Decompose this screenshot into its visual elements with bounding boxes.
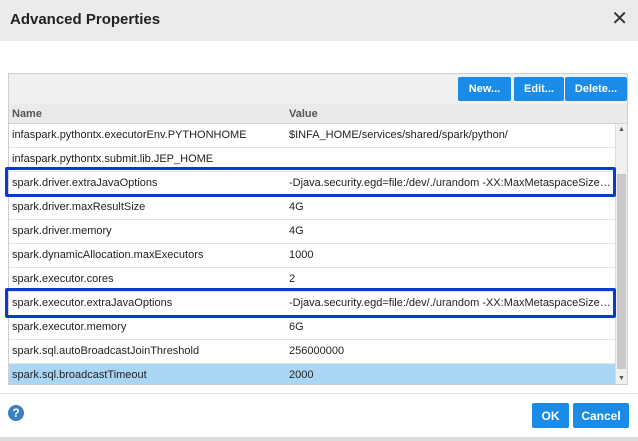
table-row[interactable]: spark.sql.autoBroadcastJoinThreshold 256… bbox=[9, 340, 615, 364]
new-button[interactable]: New... bbox=[458, 77, 511, 101]
row-name: spark.executor.cores bbox=[12, 273, 114, 285]
row-value: 4G bbox=[289, 225, 304, 237]
row-value: 2000 bbox=[289, 369, 314, 381]
vertical-scrollbar[interactable]: ▲ ▼ bbox=[615, 124, 627, 384]
table-row[interactable]: spark.driver.memory 4G bbox=[9, 220, 615, 244]
footer-divider bbox=[0, 393, 638, 394]
table-toolbar: New... Edit... Delete... bbox=[9, 74, 627, 104]
row-value: $INFA_HOME/services/shared/spark/python/ bbox=[289, 129, 508, 141]
row-name: spark.executor.memory bbox=[12, 321, 127, 333]
table-row[interactable]: infaspark.pythontx.executorEnv.PYTHONHOM… bbox=[9, 124, 615, 148]
dialog-title-bar: Advanced Properties ✕ bbox=[0, 0, 638, 41]
table-row[interactable]: spark.executor.cores 2 bbox=[9, 268, 615, 292]
row-value: 6G bbox=[289, 321, 304, 333]
scrollbar-thumb[interactable] bbox=[617, 174, 626, 369]
row-value: -Djava.security.egd=file:/dev/./urandom … bbox=[289, 297, 613, 309]
edit-button[interactable]: Edit... bbox=[514, 77, 564, 101]
row-name: spark.sql.autoBroadcastJoinThreshold bbox=[12, 345, 200, 357]
table-body: infaspark.pythontx.executorEnv.PYTHONHOM… bbox=[9, 124, 615, 384]
ok-button[interactable]: OK bbox=[532, 403, 569, 428]
table-row[interactable]: spark.dynamicAllocation.maxExecutors 100… bbox=[9, 244, 615, 268]
table-row[interactable]: infaspark.pythontx.submit.lib.JEP_HOME bbox=[9, 148, 615, 172]
properties-panel: New... Edit... Delete... Name Value infa… bbox=[8, 73, 628, 385]
table-row[interactable]: spark.executor.extraJavaOptions -Djava.s… bbox=[9, 292, 615, 316]
column-header-name[interactable]: Name bbox=[12, 108, 42, 120]
table-row-selected[interactable]: spark.sql.broadcastTimeout 2000 bbox=[9, 364, 615, 384]
row-value: 2 bbox=[289, 273, 296, 285]
table-row[interactable]: spark.driver.extraJavaOptions -Djava.sec… bbox=[9, 172, 615, 196]
row-value: 1000 bbox=[289, 249, 314, 261]
cancel-button[interactable]: Cancel bbox=[573, 403, 629, 428]
arrow-up-icon[interactable]: ▲ bbox=[618, 126, 625, 133]
delete-button[interactable]: Delete... bbox=[565, 77, 627, 101]
dialog-title: Advanced Properties bbox=[10, 11, 161, 28]
close-icon[interactable]: ✕ bbox=[611, 9, 628, 29]
bottom-edge bbox=[0, 437, 638, 441]
row-name: spark.sql.broadcastTimeout bbox=[12, 369, 147, 381]
row-value: 256000000 bbox=[289, 345, 345, 357]
row-name: infaspark.pythontx.submit.lib.JEP_HOME bbox=[12, 153, 214, 165]
arrow-down-icon[interactable]: ▼ bbox=[618, 375, 625, 382]
column-header-value[interactable]: Value bbox=[289, 108, 318, 120]
row-name: infaspark.pythontx.executorEnv.PYTHONHOM… bbox=[12, 129, 247, 141]
table-row[interactable]: spark.executor.memory 6G bbox=[9, 316, 615, 340]
table-row[interactable]: spark.driver.maxResultSize 4G bbox=[9, 196, 615, 220]
row-value: -Djava.security.egd=file:/dev/./urandom … bbox=[289, 177, 613, 189]
row-name: spark.driver.memory bbox=[12, 225, 112, 237]
help-icon[interactable]: ? bbox=[8, 405, 24, 421]
row-name: spark.driver.maxResultSize bbox=[12, 201, 146, 213]
row-name: spark.driver.extraJavaOptions bbox=[12, 177, 158, 189]
row-name: spark.executor.extraJavaOptions bbox=[12, 297, 173, 309]
table-header: Name Value bbox=[9, 104, 627, 124]
row-value: 4G bbox=[289, 201, 304, 213]
row-name: spark.dynamicAllocation.maxExecutors bbox=[12, 249, 204, 261]
